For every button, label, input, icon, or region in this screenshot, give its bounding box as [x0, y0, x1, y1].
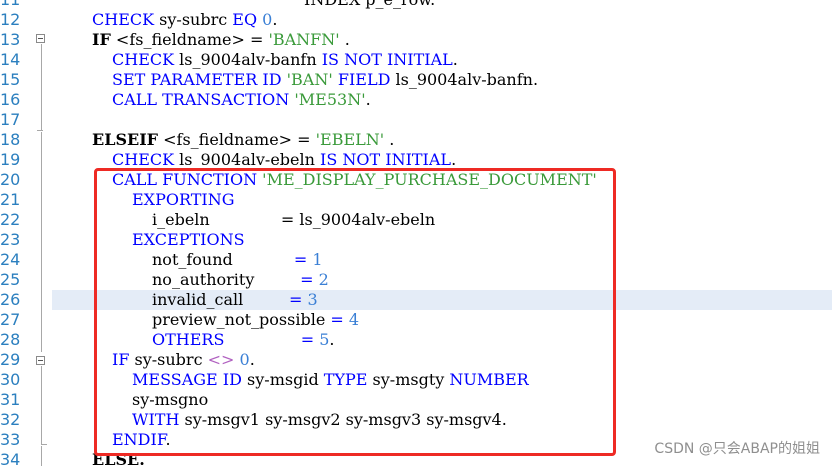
line-number: 19	[0, 150, 21, 169]
line-number: 27	[0, 310, 21, 329]
code-text: INDEX p_e_row.	[304, 0, 435, 10]
line-number: 34	[0, 450, 21, 466]
code-text: CHECK ls_9004alv-banfn IS NOT INITIAL.	[112, 50, 458, 69]
line-number: 21	[0, 190, 21, 209]
line-number: 14	[0, 50, 21, 69]
line-number: 15	[0, 70, 21, 89]
code-text: IF <fs_fieldname> = 'BANFN' .	[92, 30, 350, 49]
line-number: 25	[0, 270, 21, 289]
code-text: CHECK sy-subrc EQ 0.	[92, 10, 278, 29]
line-number: 22	[0, 210, 21, 229]
line-number: 26	[0, 290, 21, 309]
code-line[interactable]: 12 CHECK sy-subrc EQ 0.	[0, 10, 832, 30]
annotation-highlight-box	[94, 168, 616, 456]
line-number: 18	[0, 130, 21, 149]
line-number: 29	[0, 350, 21, 369]
code-editor[interactable]: 11 INDEX p_e_row. 12 CHECK sy-subrc EQ 0…	[0, 0, 832, 466]
line-number: 23	[0, 230, 21, 249]
line-number: 30	[0, 370, 21, 389]
code-text: ELSEIF <fs_fieldname> = 'EBELN' .	[92, 130, 395, 149]
code-line[interactable]: 11 INDEX p_e_row.	[0, 0, 832, 10]
line-number: 31	[0, 390, 21, 409]
code-line[interactable]: 13 IF <fs_fieldname> = 'BANFN' .	[0, 30, 832, 50]
line-number: 16	[0, 90, 21, 109]
code-line[interactable]: 17	[0, 110, 832, 130]
line-number: 17	[0, 110, 21, 129]
line-number: 13	[0, 30, 21, 49]
line-number: 33	[0, 430, 21, 449]
code-text: CHECK ls_9004alv-ebeln IS NOT INITIAL.	[112, 150, 457, 169]
code-line[interactable]: 16 CALL TRANSACTION 'ME53N'.	[0, 90, 832, 110]
code-line[interactable]: 19 CHECK ls_9004alv-ebeln IS NOT INITIAL…	[0, 150, 832, 170]
line-number: 32	[0, 410, 21, 429]
watermark: CSDN @只会ABAP的姐姐	[654, 441, 820, 457]
code-line[interactable]: 18 ELSEIF <fs_fieldname> = 'EBELN' .	[0, 130, 832, 150]
line-number: 20	[0, 170, 21, 189]
code-line[interactable]: 14 CHECK ls_9004alv-banfn IS NOT INITIAL…	[0, 50, 832, 70]
code-text: SET PARAMETER ID 'BAN' FIELD ls_9004alv-…	[112, 70, 539, 89]
line-number: 28	[0, 330, 21, 349]
line-number: 12	[0, 10, 21, 29]
code-line[interactable]: 15 SET PARAMETER ID 'BAN' FIELD ls_9004a…	[0, 70, 832, 90]
line-number: 24	[0, 250, 21, 269]
code-text: CALL TRANSACTION 'ME53N'.	[112, 90, 371, 109]
line-number: 11	[0, 0, 20, 10]
